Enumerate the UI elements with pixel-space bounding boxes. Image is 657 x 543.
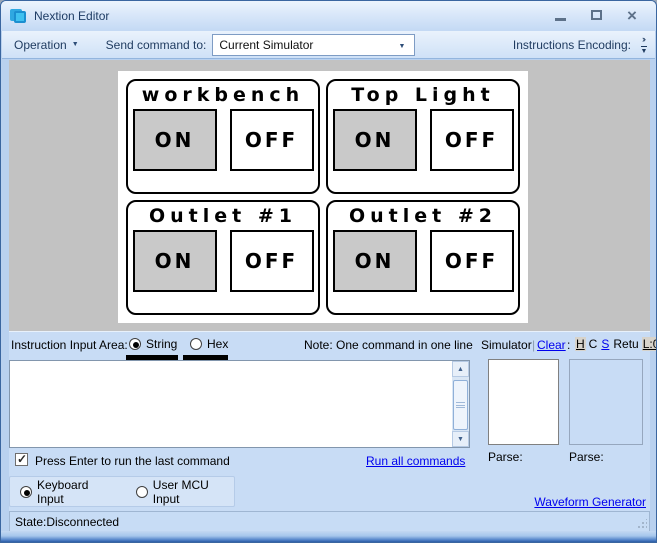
clear-link[interactable]: Clear: [537, 338, 566, 352]
command-input-box: ▲ ▼: [9, 360, 470, 448]
separator: |: [532, 338, 535, 352]
toolbar-overflow-button[interactable]: ›› ▼: [636, 32, 652, 58]
send-command-label: Send command to:: [106, 38, 207, 52]
return-format-fragments: H C S Retu L:0 H: [575, 337, 657, 351]
window-bottom-frame: [1, 531, 656, 542]
grip-icon: [456, 402, 465, 408]
radio-hex-label: Hex: [207, 337, 228, 351]
radio-string[interactable]: String: [129, 337, 177, 351]
simulator-display: workbench ON OFF Top Light ON OFF Outlet…: [9, 60, 650, 331]
instruction-input-area-label: Instruction Input Area:: [11, 338, 128, 352]
string-toggle-fragment[interactable]: S: [600, 337, 610, 351]
radio-string-label: String: [146, 337, 177, 351]
waveform-generator-link[interactable]: Waveform Generator: [534, 495, 646, 509]
hex-toggle-fragment[interactable]: H: [575, 337, 586, 351]
nextion-logo-icon: [10, 9, 27, 24]
control-group-outlet-1: Outlet #1 ON OFF: [126, 200, 320, 315]
input-mode-panel: Keyboard Input User MCU Input: [9, 476, 235, 507]
return-output-box: [569, 359, 643, 445]
chevron-right-icon: ››: [642, 35, 644, 44]
parse-label-right: Parse:: [569, 450, 604, 464]
instruction-section: Instruction Input Area: String Hex Note:…: [9, 331, 650, 511]
clipped-fragment: C: [588, 337, 599, 351]
return-label-fragment: Retu: [612, 337, 639, 351]
parse-label-left: Parse:: [488, 450, 523, 464]
scroll-down-button[interactable]: ▼: [452, 431, 469, 447]
group-title: Outlet #1: [149, 205, 297, 227]
group-title: Top Light: [351, 84, 495, 106]
operation-menu[interactable]: Operation ▼: [14, 38, 79, 52]
radio-icon: [136, 486, 148, 498]
nextion-editor-window: Nextion Editor × Operation ▼ Send comman…: [0, 0, 657, 543]
outlet-2-on-button[interactable]: ON: [333, 230, 417, 292]
simulator-label: Simulator: [481, 338, 532, 352]
command-input[interactable]: [10, 361, 450, 447]
radio-keyboard-input[interactable]: Keyboard Input: [20, 478, 114, 506]
press-enter-label: Press Enter to run the last command: [35, 454, 230, 468]
vertical-scrollbar[interactable]: ▲ ▼: [452, 361, 469, 447]
status-bar: State:Disconnected: [9, 511, 650, 532]
control-group-outlet-2: Outlet #2 ON OFF: [326, 200, 520, 315]
workbench-off-button[interactable]: OFF: [230, 109, 314, 171]
note-label: Note: One command in one line: [304, 338, 473, 352]
scroll-up-button[interactable]: ▲: [452, 361, 469, 377]
outlet-1-on-button[interactable]: ON: [133, 230, 217, 292]
close-icon: ×: [627, 7, 637, 24]
group-title: Outlet #2: [349, 205, 497, 227]
chevron-down-icon: ▼: [398, 43, 405, 50]
send-target-value: Current Simulator: [219, 38, 313, 52]
instructions-encoding-label: Instructions Encoding:: [513, 38, 631, 52]
window-title: Nextion Editor: [34, 9, 109, 23]
arrow-up-icon: ▲: [457, 366, 464, 373]
outlet-2-off-button[interactable]: OFF: [430, 230, 514, 292]
press-enter-checkbox[interactable]: [15, 453, 28, 466]
maximize-button[interactable]: [585, 6, 607, 24]
send-target-select[interactable]: Current Simulator ▼: [212, 34, 415, 56]
keyboard-input-label: Keyboard Input: [37, 478, 114, 506]
scrollbar-thumb[interactable]: [453, 380, 468, 430]
connection-state-label: State:Disconnected: [15, 515, 119, 529]
toolbar: Operation ▼ Send command to: Current Sim…: [2, 31, 655, 59]
mcu-input-label: User MCU Input: [153, 478, 234, 506]
workbench-on-button[interactable]: ON: [133, 109, 217, 171]
radio-user-mcu-input[interactable]: User MCU Input: [136, 478, 234, 506]
hmi-page: workbench ON OFF Top Light ON OFF Outlet…: [118, 71, 528, 323]
group-title: workbench: [142, 84, 304, 106]
radio-hex[interactable]: Hex: [190, 337, 228, 351]
operation-menu-label: Operation: [14, 38, 67, 52]
chevron-down-icon: ▼: [72, 41, 79, 48]
title-bar: Nextion Editor ×: [1, 1, 656, 31]
colon-label: :: [567, 338, 570, 352]
simulator-output-box: [488, 359, 559, 445]
radio-icon: [129, 338, 141, 350]
minimize-button[interactable]: [549, 6, 571, 24]
control-group-top-light: Top Light ON OFF: [326, 79, 520, 194]
control-group-workbench: workbench ON OFF: [126, 79, 320, 194]
radio-icon: [190, 338, 202, 350]
radio-icon: [20, 486, 32, 498]
maximize-icon: [591, 10, 602, 20]
resize-grip-icon[interactable]: [637, 519, 647, 529]
top-light-on-button[interactable]: ON: [333, 109, 417, 171]
outlet-1-off-button[interactable]: OFF: [230, 230, 314, 292]
run-all-commands-link[interactable]: Run all commands: [366, 454, 465, 468]
arrow-down-icon: ▼: [457, 436, 464, 443]
chevron-down-icon: ▼: [641, 46, 648, 55]
top-light-off-button[interactable]: OFF: [430, 109, 514, 171]
length-fragment[interactable]: L:0: [642, 337, 657, 351]
minimize-icon: [555, 18, 566, 21]
close-button[interactable]: ×: [621, 6, 643, 24]
